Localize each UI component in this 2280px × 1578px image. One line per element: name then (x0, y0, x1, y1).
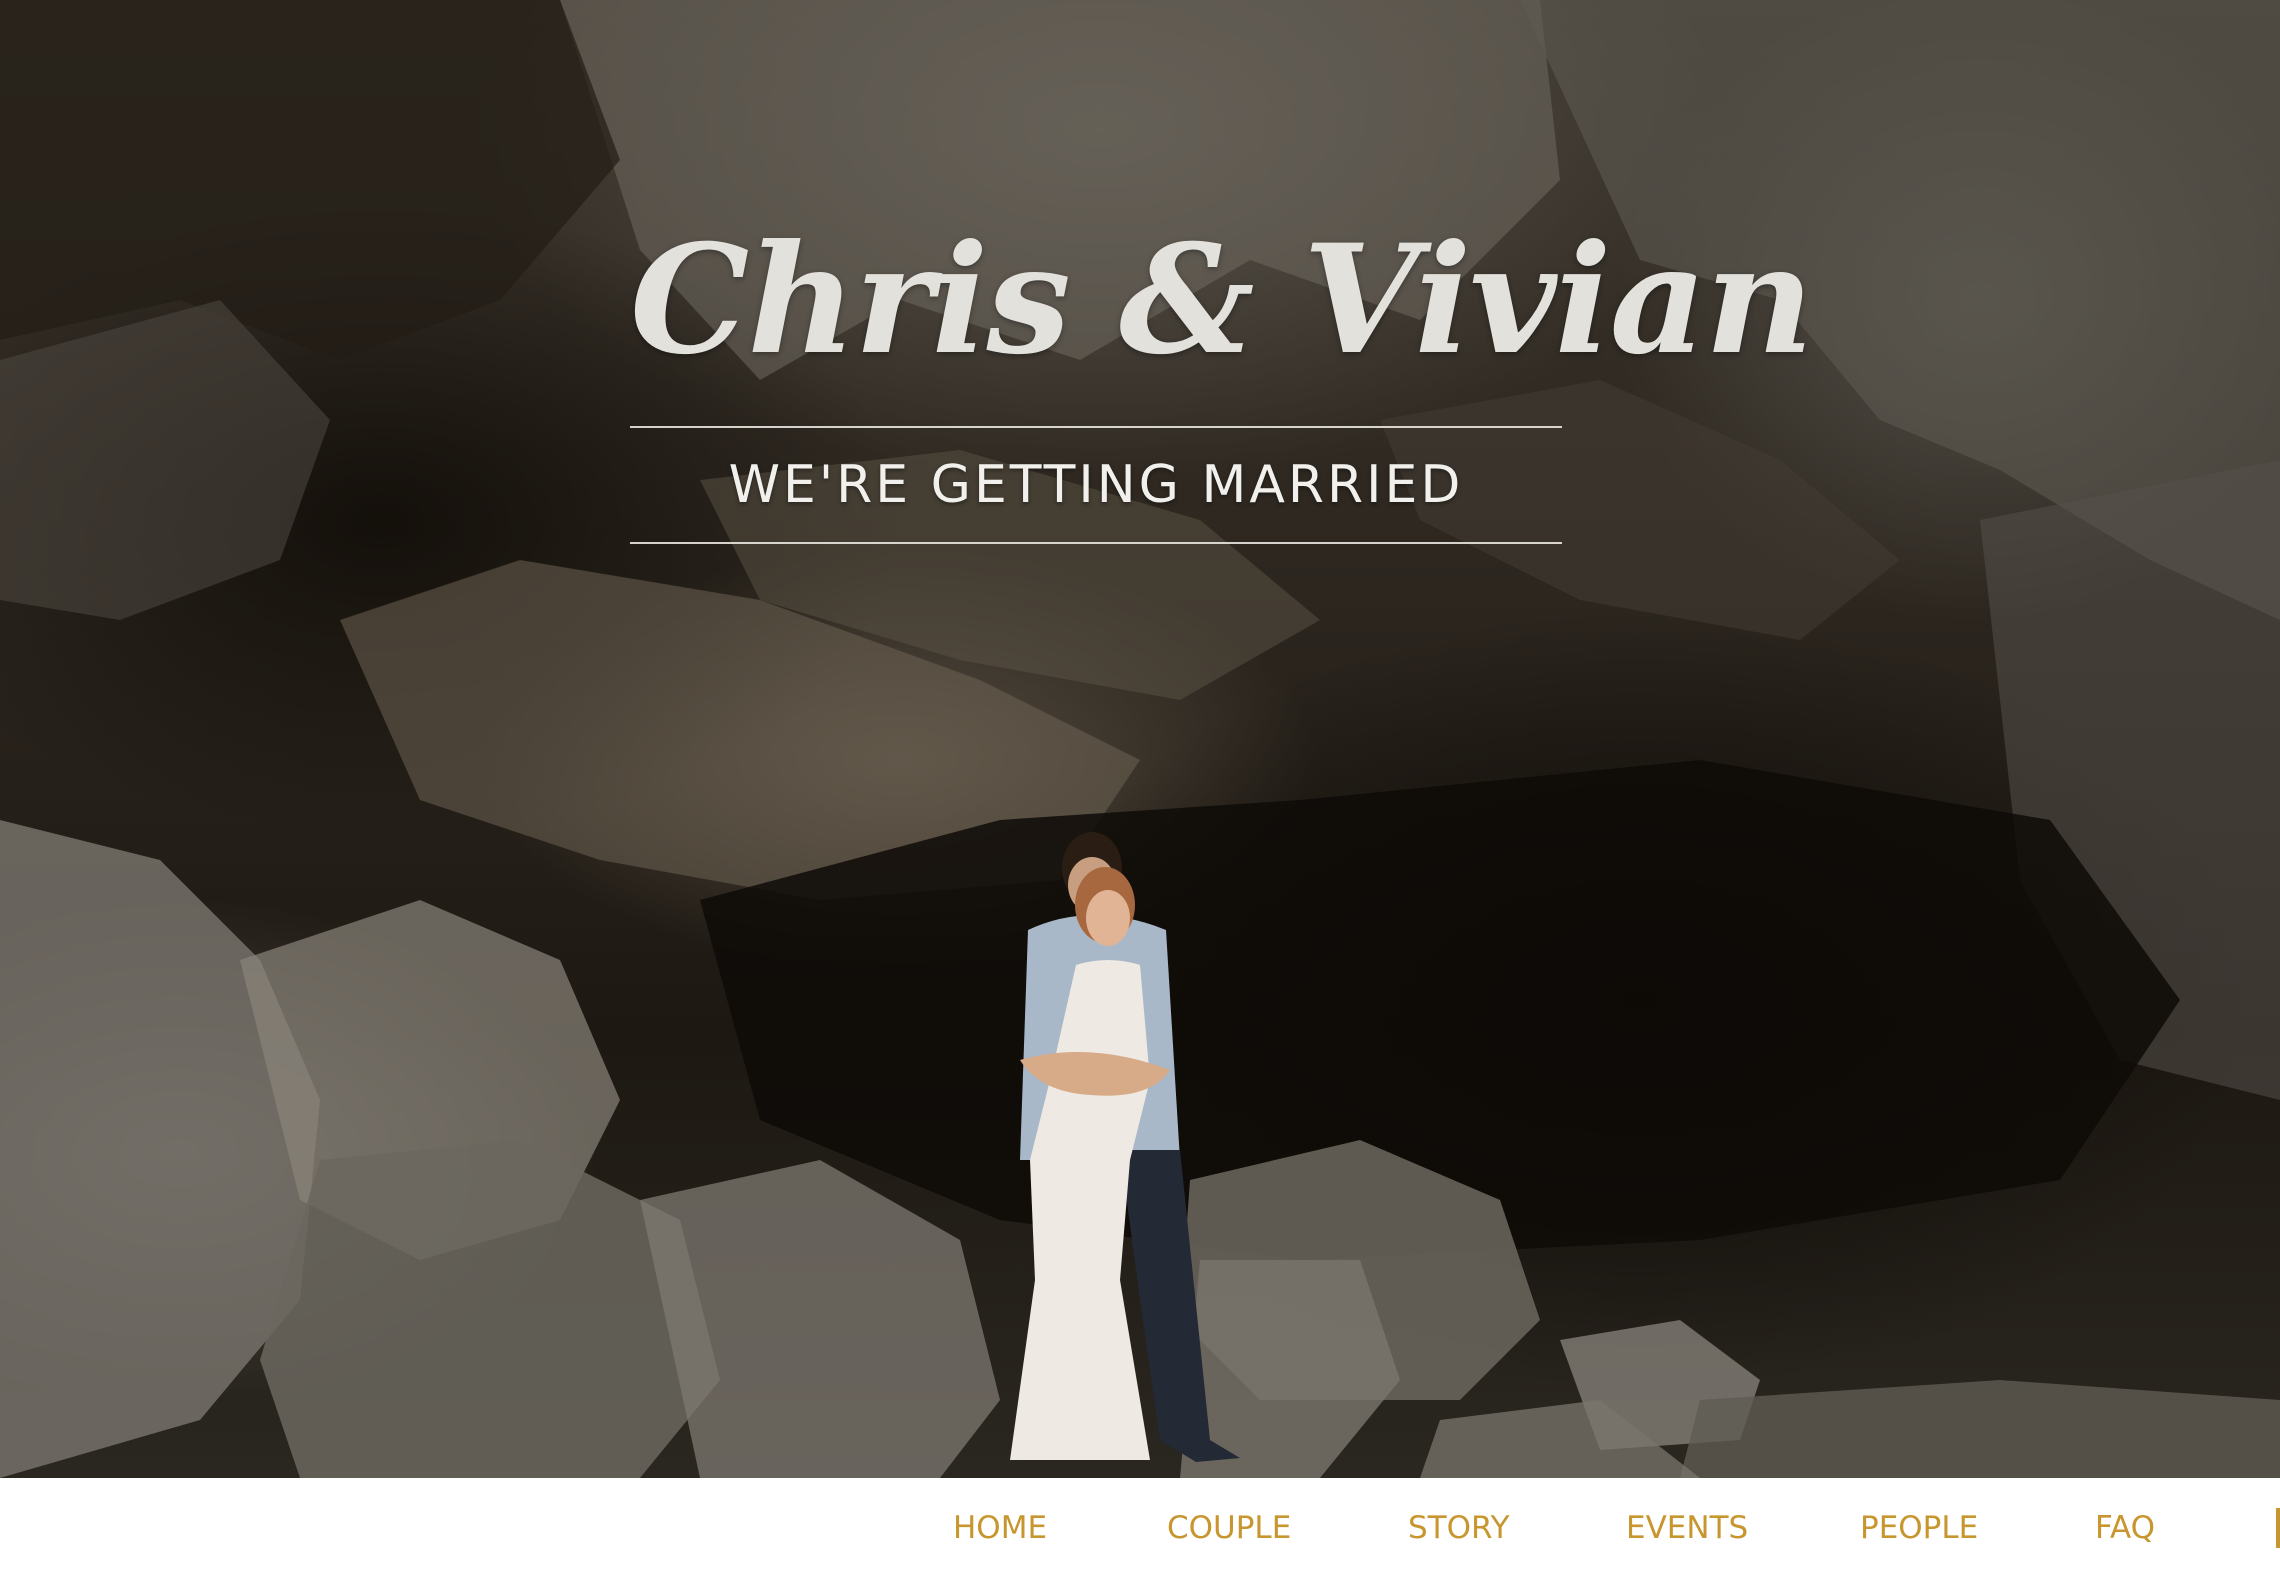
nav-item-story[interactable]: STORY (1408, 1510, 1510, 1546)
nav-item-couple[interactable]: COUPLE (1167, 1510, 1291, 1546)
nav-item-events[interactable]: EVENTS (1626, 1510, 1748, 1546)
page: Chris & Vivian WE'RE GETTING MARRIED HOM… (0, 0, 2280, 1578)
hero-title-block: Chris & Vivian WE'RE GETTING MARRIED (630, 200, 1814, 544)
nav-item-faq[interactable]: FAQ (2095, 1510, 2155, 1546)
title-divider-bottom (630, 542, 1562, 544)
title-divider-top (630, 426, 1562, 428)
main-nav: HOME COUPLE STORY EVENTS PEOPLE FAQ (0, 1478, 2280, 1578)
tagline: WE'RE GETTING MARRIED (728, 455, 1464, 515)
couple-names-title: Chris & Vivian (630, 212, 1814, 388)
nav-overflow-indicator (2276, 1508, 2280, 1548)
hero-photo: Chris & Vivian WE'RE GETTING MARRIED (0, 0, 2280, 1478)
nav-item-home[interactable]: HOME (953, 1510, 1047, 1546)
nav-item-people[interactable]: PEOPLE (1860, 1510, 1978, 1546)
